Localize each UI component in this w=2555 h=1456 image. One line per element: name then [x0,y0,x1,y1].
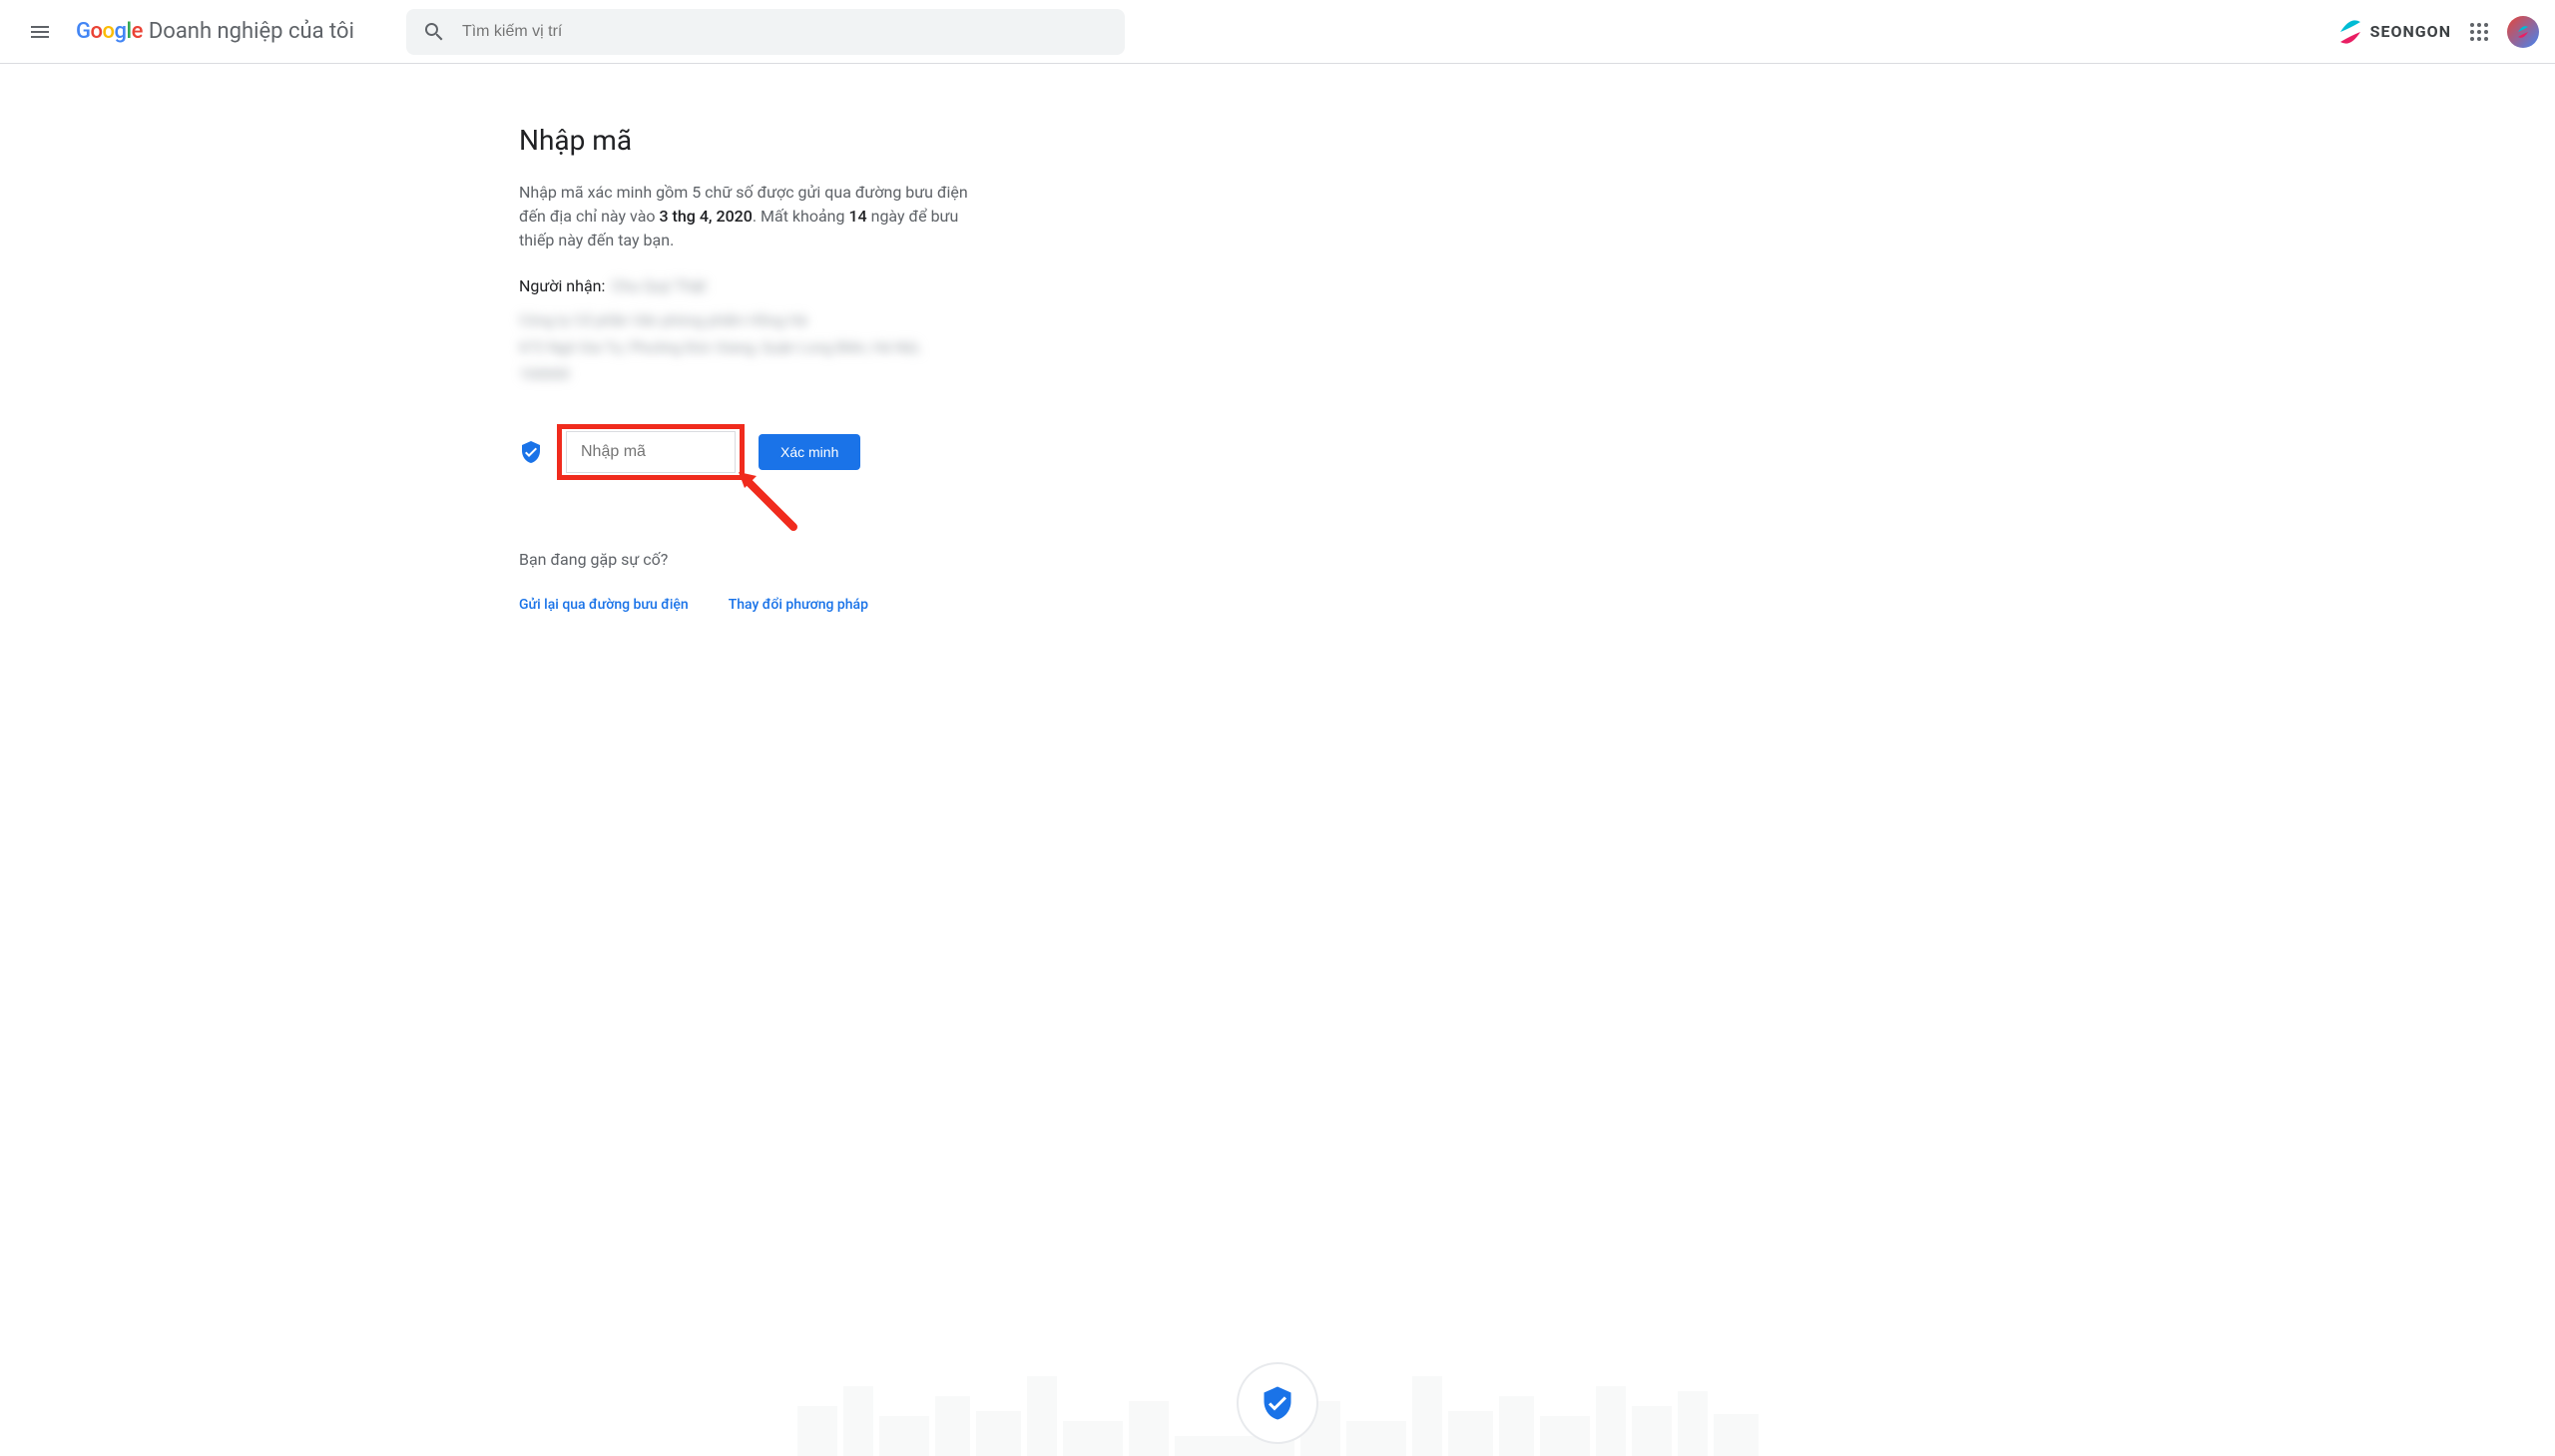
trouble-heading: Bạn đang gặp sự cố? [519,550,968,569]
menu-icon [28,20,52,44]
desc-days: 14 [848,207,866,226]
product-name: Doanh nghiệp của tôi [149,19,354,44]
page-title: Nhập mã [519,124,968,157]
skyline-icon [0,1356,2555,1456]
address-block: Công ty Cổ phần Văn phòng phẩm Hồng Hà 6… [519,307,968,388]
shield-check-icon [519,440,543,464]
verify-button[interactable]: Xác minh [759,434,860,470]
code-input-highlight [557,424,745,480]
recipient-name: Chu Quý Thật [611,276,706,295]
menu-button[interactable] [16,8,64,56]
links-row: Gửi lại qua đường bưu điện Thay đổi phươ… [519,597,968,613]
annotation-arrow-icon [739,472,808,542]
avatar-mark-icon [2516,23,2530,41]
code-input[interactable] [566,431,736,473]
apps-grid-icon [2470,23,2488,41]
footer-illustration [0,1326,2555,1456]
google-logo: Google [76,19,143,44]
recipient-row: Người nhận: Chu Quý Thật [519,276,968,295]
search-input[interactable] [462,23,1109,41]
brand-logo: SEONGON [2336,14,2451,50]
header: Google Doanh nghiệp của tôi SEONGON [0,0,2555,64]
main-content: Nhập mã Nhập mã xác minh gồm 5 chữ số đư… [509,124,978,613]
logo[interactable]: Google Doanh nghiệp của tôi [76,19,354,44]
brand-mark-icon [2336,14,2364,50]
apps-button[interactable] [2459,12,2499,52]
search-icon [422,20,446,44]
address-line1: Công ty Cổ phần Văn phòng phẩm Hồng Hà [519,307,968,334]
search-bar[interactable] [406,9,1125,55]
link-resend[interactable]: Gửi lại qua đường bưu điện [519,597,689,613]
description: Nhập mã xác minh gồm 5 chữ số được gửi q… [519,181,968,252]
code-row: Xác minh [519,424,968,480]
desc-part2: . Mất khoảng [753,207,849,226]
shield-check-icon [1260,1385,1295,1421]
link-change-method[interactable]: Thay đổi phương pháp [729,597,868,613]
address-line2: 672 Ngô Gia Tự, Phường Đức Giang, Quận L… [519,334,968,388]
header-right: SEONGON [2336,12,2539,52]
desc-date: 3 thg 4, 2020 [659,207,752,226]
brand-text: SEONGON [2370,22,2451,41]
verified-badge [1237,1362,1318,1444]
recipient-label: Người nhận: [519,276,605,295]
avatar[interactable] [2507,16,2539,48]
